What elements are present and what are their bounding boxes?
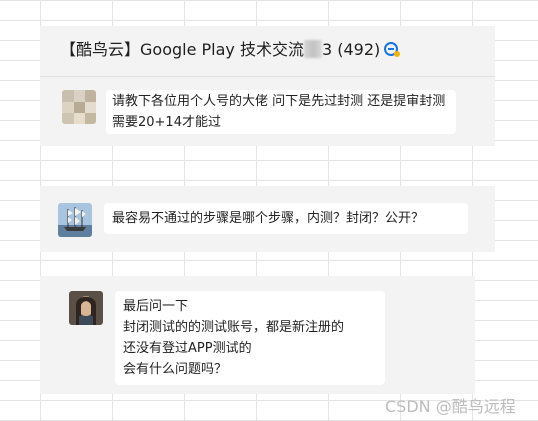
message-bubble-1: 请教下各位用个人号的大佬 问下是先过封测 还是提审封测需要20+14才能过 bbox=[106, 90, 456, 134]
message-3-line: 还没有登过APP测试的 bbox=[123, 341, 252, 356]
message-bubble-3: 最后问一下 封闭测试的的测试账号，都是新注册的 还没有登过APP测试的 会有什么… bbox=[115, 291, 385, 385]
message-3-line: 最后问一下 bbox=[123, 299, 189, 314]
message-bubble-2: 最容易不通过的步骤是哪个步骤，内测？封闭？公开？ bbox=[104, 203, 468, 234]
csdn-watermark: CSDN @酷鸟远程 bbox=[385, 397, 516, 416]
message-3-line: 封闭测试的的测试账号，都是新注册的 bbox=[123, 320, 345, 335]
header-divider bbox=[40, 76, 495, 77]
avatar-user-3[interactable] bbox=[69, 291, 103, 325]
group-status-icon[interactable] bbox=[383, 40, 401, 62]
group-title-count: 3 (492) bbox=[321, 40, 381, 59]
redacted-blur bbox=[303, 40, 322, 58]
group-title-text: 【酷鸟云】Google Play 技术交流 bbox=[60, 40, 304, 59]
group-title: 【酷鸟云】Google Play 技术交流 3 (492) bbox=[60, 36, 401, 62]
message-3-line: 会有什么问题吗？ bbox=[123, 362, 228, 377]
avatar-user-1[interactable] bbox=[62, 90, 96, 124]
avatar-user-2[interactable] bbox=[58, 203, 92, 237]
